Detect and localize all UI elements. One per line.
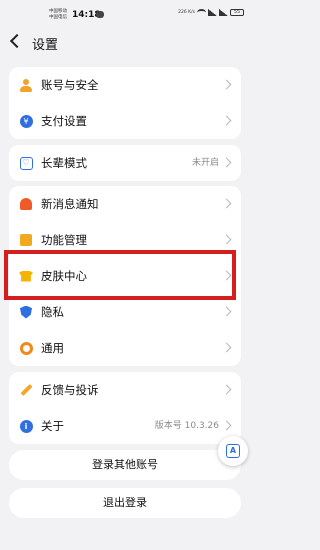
heart-icon: ♡ [19,156,33,170]
carrier-info: 中国移动 中国电信 [49,9,67,20]
battery-icon: 55 [230,9,244,16]
settings-item-payment[interactable]: ¥ 支付设置 [9,103,241,139]
status-bar: 中国移动 中国电信 14:18 226 K/s 55 [0,0,250,26]
net-speed: 226 K/s [178,10,195,15]
switch-account-button[interactable]: 登录其他账号 [9,450,241,480]
header: 设置 [0,30,250,58]
wifi-icon [197,9,206,16]
settings-item-notifications[interactable]: 新消息通知 [9,186,241,222]
settings-item-general[interactable]: 通用 [9,330,241,366]
person-icon [19,78,33,92]
translate-float-button[interactable]: A [218,436,248,466]
settings-group-elder: ♡ 长辈模式 未开启 [9,145,241,181]
chevron-right-icon [221,342,232,353]
version-number: 版本号 10.3.26 [154,421,219,431]
pencil-icon [19,383,33,397]
system-icons: 226 K/s 55 [178,9,244,16]
chevron-right-icon [221,198,232,209]
settings-group-about: 反馈与投诉 i 关于 版本号 10.3.26 [9,372,241,444]
message-icon [96,11,104,18]
chevron-right-icon [221,234,232,245]
highlight-box [4,250,236,300]
back-arrow-icon[interactable] [9,33,25,49]
yuan-icon: ¥ [19,114,33,128]
grid-icon [19,233,33,247]
gear-icon [19,341,33,355]
chevron-right-icon [221,420,232,431]
settings-item-elder-mode[interactable]: ♡ 长辈模式 未开启 [9,145,241,181]
chevron-right-icon [221,384,232,395]
elder-mode-status: 未开启 [191,158,219,168]
settings-item-about[interactable]: i 关于 版本号 10.3.26 [9,408,241,444]
settings-item-feedback[interactable]: 反馈与投诉 [9,372,241,408]
chevron-right-icon [221,157,232,168]
chevron-right-icon [221,306,232,317]
signal-icon-2 [219,9,228,16]
signal-icon [208,9,217,16]
settings-group-account: 账号与安全 ¥ 支付设置 [9,67,241,139]
chevron-right-icon [221,115,232,126]
logout-button[interactable]: 退出登录 [9,488,241,518]
bell-icon [19,197,33,211]
page-title: 设置 [32,38,59,53]
translate-icon: A [226,444,240,458]
settings-item-account-security[interactable]: 账号与安全 [9,67,241,103]
info-icon: i [19,419,33,433]
chevron-right-icon [221,79,232,90]
shield-icon [19,305,33,319]
